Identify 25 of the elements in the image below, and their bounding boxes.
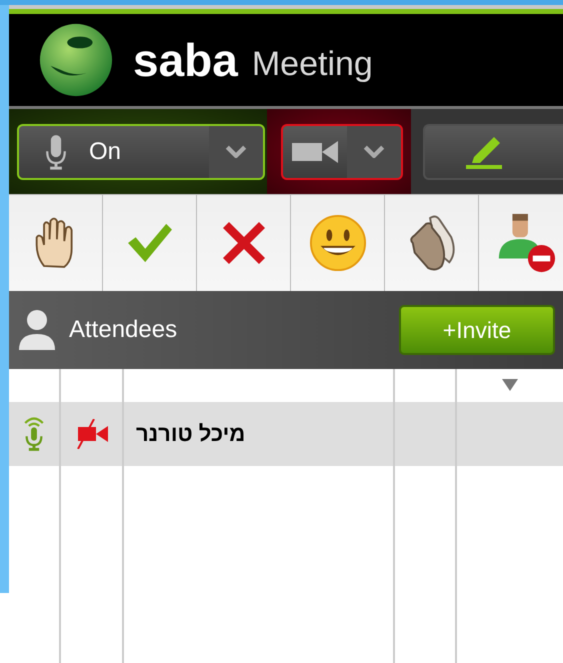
person-icon [17, 308, 57, 352]
logo-icon [37, 21, 115, 99]
attendee-row[interactable]: מיכל טורנר [9, 402, 563, 466]
laugh-button[interactable] [291, 195, 385, 291]
camera-dropdown[interactable] [346, 124, 403, 180]
brand-name: saba [133, 33, 238, 87]
chevron-down-icon [362, 145, 385, 158]
checkmark-icon [126, 222, 174, 264]
disagree-button[interactable] [197, 195, 291, 291]
product-name: Meeting [252, 44, 373, 84]
attendee-name: מיכל טורנר [136, 421, 246, 447]
microphone-button[interactable]: On [17, 124, 209, 180]
microphone-dropdown[interactable] [209, 124, 265, 180]
cross-icon [220, 220, 266, 266]
pen-icon [466, 134, 502, 168]
smiley-icon [308, 214, 366, 272]
draw-button[interactable] [423, 124, 563, 180]
sort-arrow-icon [502, 379, 518, 391]
camera-button[interactable] [280, 124, 347, 180]
raise-hand-button[interactable] [9, 195, 103, 291]
chevron-down-icon [225, 145, 247, 158]
applause-button[interactable] [385, 195, 479, 291]
video-camera-icon [292, 140, 338, 164]
step-away-button[interactable] [479, 195, 563, 291]
attendees-title: Attendees [69, 316, 178, 344]
